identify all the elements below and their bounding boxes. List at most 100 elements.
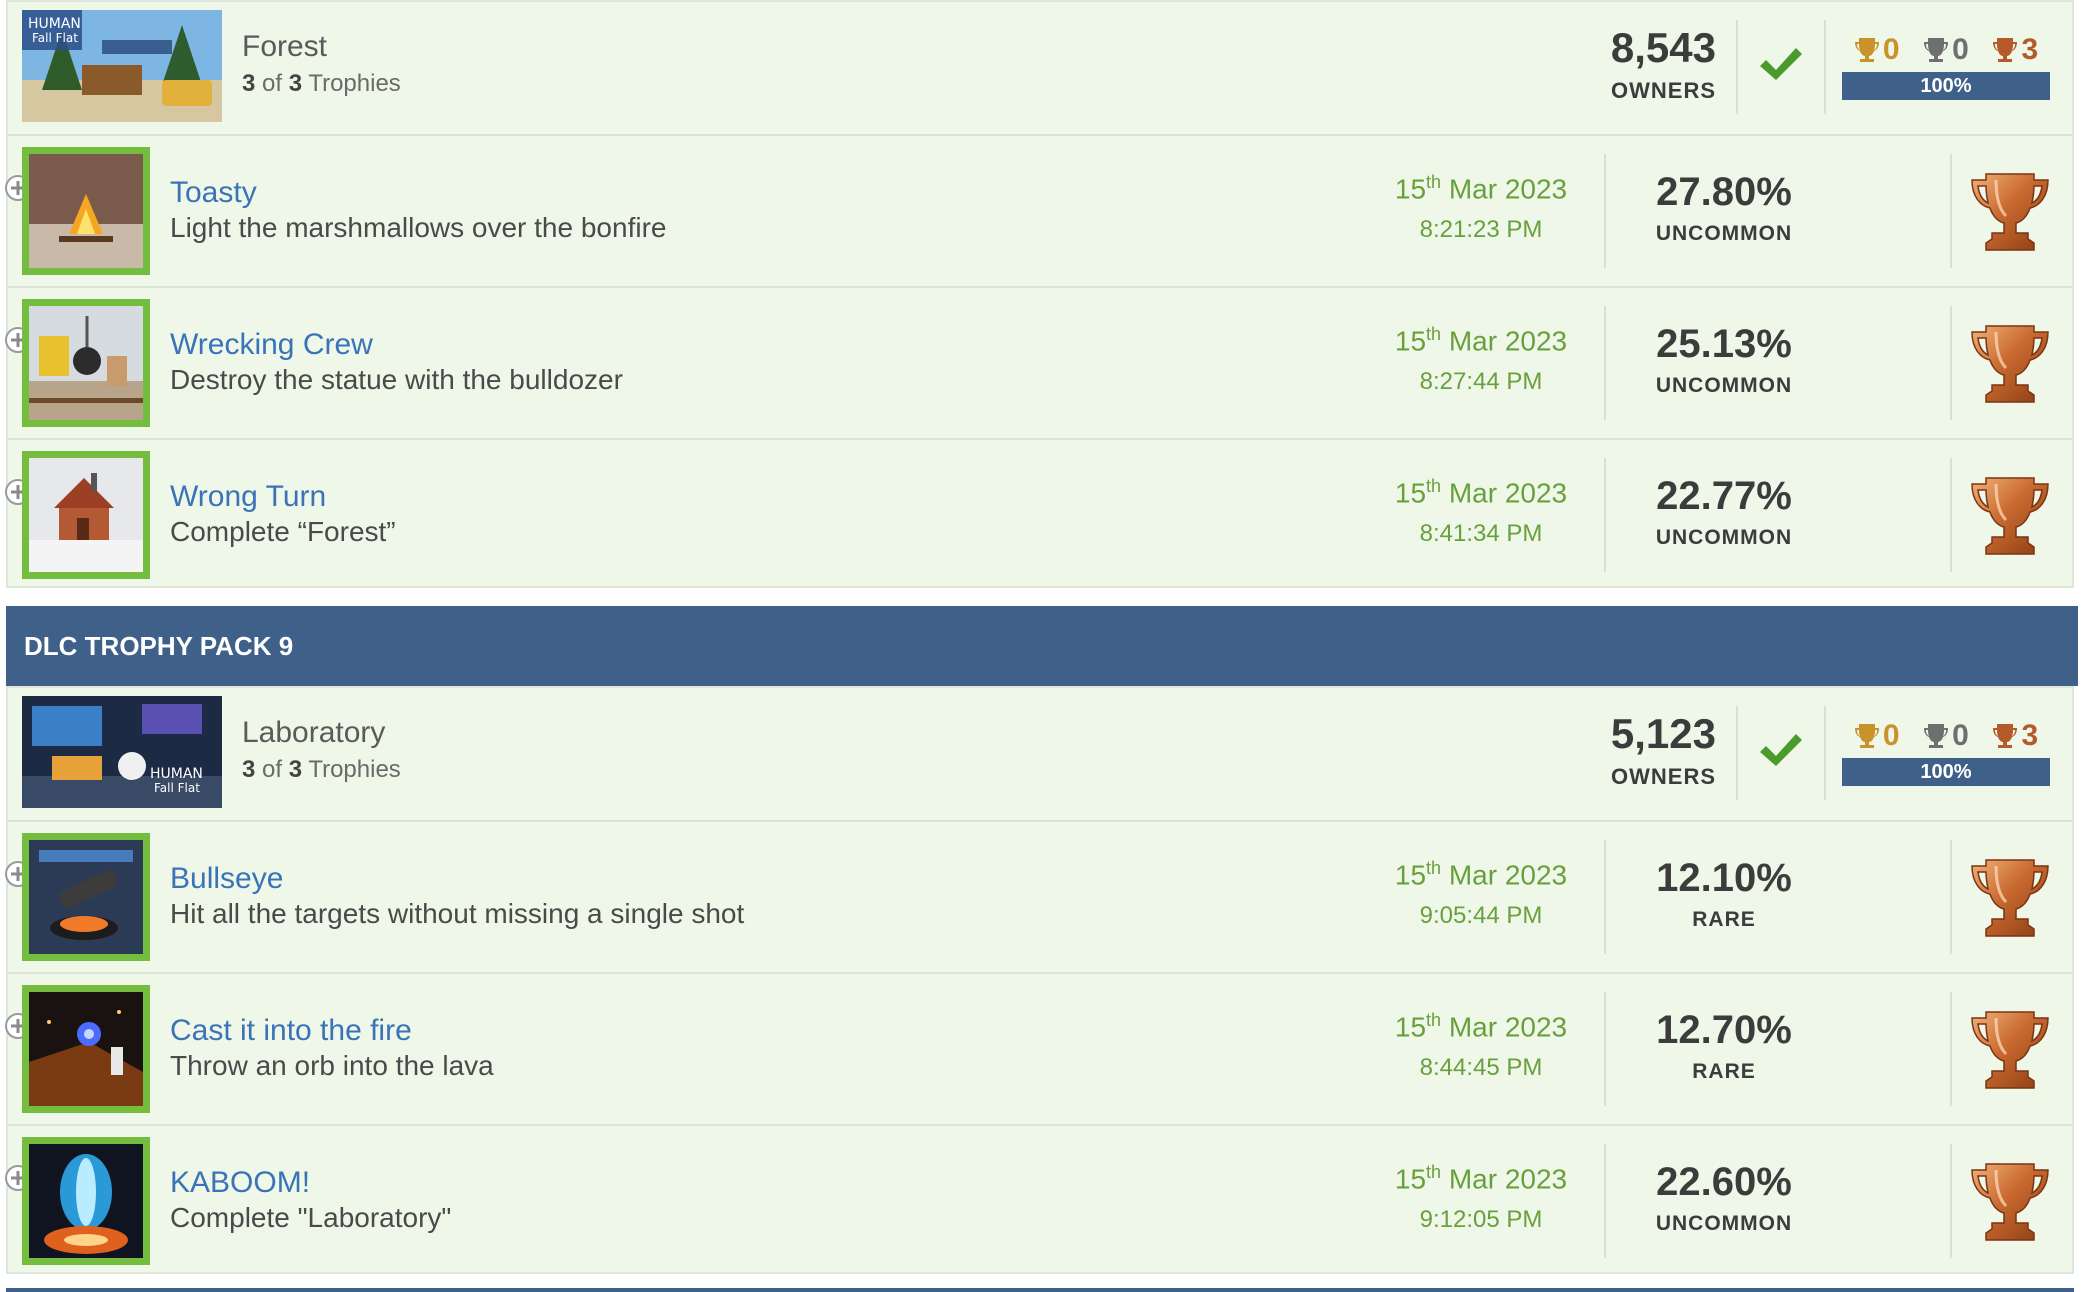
bronze-count: 3: [1992, 33, 2038, 67]
rarity-label: RARE: [1692, 1060, 1756, 1083]
earned-date: 15th Mar 2023: [1394, 476, 1568, 509]
bronze-trophy-icon: [1966, 1158, 2054, 1246]
divider: [1950, 992, 1952, 1106]
earned-date: 15th Mar 2023: [1394, 858, 1568, 891]
earned-time: 9:12:05 PM: [1419, 1206, 1543, 1233]
earned-time: 8:27:44 PM: [1419, 368, 1543, 395]
divider: [1950, 840, 1952, 954]
owners-count: 8,543: [1610, 24, 1716, 71]
orb-thumb[interactable]: [22, 985, 150, 1113]
divider: [1824, 706, 1826, 800]
svg-text:HUMAN: HUMAN: [150, 766, 203, 782]
earned-time: 8:44:45 PM: [1419, 1054, 1543, 1081]
trophy-progress-text: 3 of 3 Trophies: [242, 756, 401, 783]
trophy-description: Light the marshmallows over the bonfire: [170, 212, 667, 243]
rarity-percent: 25.13%: [1656, 322, 1792, 366]
divider: [1950, 1144, 1952, 1258]
checkmark-icon: [1760, 48, 1802, 80]
silver-trophy-icon: [1923, 722, 1949, 750]
trophy-row[interactable]: Wrecking Crew Destroy the statue with th…: [5, 288, 2072, 440]
bronze-trophy-icon: [1966, 320, 2054, 408]
forest-level-art-image[interactable]: HUMAN Fall Flat: [22, 10, 222, 122]
earned-time: 8:21:23 PM: [1419, 216, 1543, 243]
divider: [1950, 306, 1952, 420]
divider: [1950, 458, 1952, 572]
bronze-trophy-icon: [1992, 36, 2018, 64]
trophy-description: Hit all the targets without missing a si…: [170, 898, 745, 929]
trophy-description: Complete “Forest”: [170, 516, 396, 547]
trophy-description: Destroy the statue with the bulldozer: [170, 364, 623, 395]
rarity-percent: 22.60%: [1656, 1160, 1792, 1204]
completion-progress-bar: 100%: [1842, 72, 2050, 100]
trophy-row[interactable]: Wrong Turn Complete “Forest” 15th Mar 20…: [5, 440, 2072, 590]
rarity-label: UNCOMMON: [1655, 526, 1793, 549]
cannon-thumb[interactable]: [22, 833, 150, 961]
game-title[interactable]: Laboratory: [242, 716, 385, 750]
section-header-dlc: DLC TROPHY PACK 9: [6, 606, 2078, 686]
gold-count: 0: [1854, 719, 1900, 753]
divider: [1736, 706, 1738, 800]
trophy-row[interactable]: KABOOM! Complete "Laboratory" 15th Mar 2…: [5, 1126, 2072, 1276]
earned-date: 15th Mar 2023: [1394, 1010, 1568, 1043]
gold-trophy-icon: [1854, 36, 1880, 64]
trophy-name[interactable]: Bullseye: [170, 862, 283, 896]
divider: [1824, 20, 1826, 114]
checkmark-icon: [1760, 734, 1802, 766]
gold-trophy-icon: [1854, 722, 1880, 750]
bronze-count: 3: [1992, 719, 2038, 753]
trophy-name[interactable]: Cast it into the fire: [170, 1014, 412, 1048]
trophy-type-counts: 0 0 3: [1842, 718, 2050, 754]
owners-label: OWNERS: [1611, 78, 1716, 103]
completion-progress-bar: 100%: [1842, 758, 2050, 786]
owners-label: OWNERS: [1611, 764, 1716, 789]
bronze-trophy-icon: [1966, 854, 2054, 942]
silver-count: 0: [1923, 719, 1969, 753]
earned-date: 15th Mar 2023: [1394, 172, 1568, 205]
next-section-edge: [6, 1288, 2074, 1292]
rarity-percent: 27.80%: [1656, 170, 1792, 214]
rarity-label: UNCOMMON: [1655, 222, 1793, 245]
earned-date: 15th Mar 2023: [1394, 324, 1568, 357]
trophy-row[interactable]: Cast it into the fire Throw an orb into …: [5, 974, 2072, 1126]
rarity-percent: 22.77%: [1656, 474, 1792, 518]
trophy-name[interactable]: Wrong Turn: [170, 480, 326, 514]
trophy-description: Complete "Laboratory": [170, 1202, 452, 1233]
earned-time: 8:41:34 PM: [1419, 520, 1543, 547]
svg-text:Fall Flat: Fall Flat: [32, 31, 78, 45]
laboratory-level-art-image[interactable]: HUMAN Fall Flat: [22, 696, 222, 808]
trophy-progress-text: 3 of 3 Trophies: [242, 70, 401, 97]
bronze-trophy-icon: [1966, 1006, 2054, 1094]
game-header-row: HUMAN Fall Flat Forest 3 of 3 Trophies 8…: [8, 2, 2072, 136]
cabin-thumb[interactable]: [22, 451, 150, 579]
earned-time: 9:05:44 PM: [1419, 902, 1543, 929]
svg-text:HUMAN: HUMAN: [28, 16, 81, 32]
trophy-name[interactable]: Toasty: [170, 176, 257, 210]
svg-text:Fall Flat: Fall Flat: [154, 781, 200, 795]
capsule-thumb[interactable]: [22, 1137, 150, 1265]
silver-count: 0: [1923, 33, 1969, 67]
bronze-trophy-icon: [1992, 722, 2018, 750]
game-title[interactable]: Forest: [242, 30, 327, 64]
rarity-percent: 12.10%: [1656, 856, 1792, 900]
rarity-label: UNCOMMON: [1655, 1212, 1793, 1235]
rarity-label: RARE: [1692, 908, 1756, 931]
trophy-name[interactable]: Wrecking Crew: [170, 328, 373, 362]
silver-trophy-icon: [1923, 36, 1949, 64]
trophy-row[interactable]: Toasty Light the marshmallows over the b…: [5, 136, 2072, 288]
bronze-trophy-icon: [1966, 168, 2054, 256]
earned-date: 15th Mar 2023: [1394, 1162, 1568, 1195]
rarity-percent: 12.70%: [1656, 1008, 1792, 1052]
owners-count: 5,123: [1610, 710, 1716, 757]
trophy-name[interactable]: KABOOM!: [170, 1166, 310, 1200]
rarity-label: UNCOMMON: [1655, 374, 1793, 397]
bulldozer-thumb[interactable]: [22, 299, 150, 427]
trophy-row[interactable]: Bullseye Hit all the targets without mis…: [5, 822, 2072, 974]
trophy-group-forest: HUMAN Fall Flat Forest 3 of 3 Trophies 8…: [5, 0, 2074, 590]
trophy-description: Throw an orb into the lava: [170, 1050, 494, 1081]
campfire-thumb[interactable]: [22, 147, 150, 275]
gold-count: 0: [1854, 33, 1900, 67]
divider: [1736, 20, 1738, 114]
trophy-group-laboratory: HUMAN Fall Flat Laboratory 3 of 3 Trophi…: [5, 686, 2074, 1276]
game-header-row: HUMAN Fall Flat Laboratory 3 of 3 Trophi…: [8, 688, 2072, 822]
divider: [1950, 154, 1952, 268]
